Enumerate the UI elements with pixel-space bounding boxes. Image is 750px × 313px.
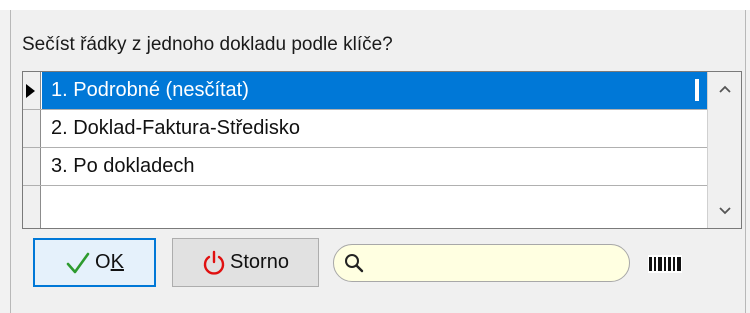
scroll-down-icon[interactable] xyxy=(708,196,742,226)
ok-button[interactable]: OK xyxy=(33,238,156,287)
option-label[interactable] xyxy=(42,186,707,224)
option-row-4[interactable] xyxy=(23,186,707,224)
search-icon xyxy=(345,254,364,273)
option-row-2[interactable]: 2. Doklad-Faktura-Středisko xyxy=(23,110,707,148)
ok-button-label: OK xyxy=(95,251,124,274)
search-field[interactable] xyxy=(333,244,630,282)
options-grid[interactable]: 1. Podrobné (nesčítat) 2. Doklad-Faktura… xyxy=(22,71,742,229)
row-indicator xyxy=(23,186,41,224)
text-caret xyxy=(695,79,699,101)
window-top-band xyxy=(0,0,750,10)
ok-label-mnemonic: K xyxy=(110,251,124,273)
vertical-scrollbar[interactable] xyxy=(707,72,741,228)
check-icon xyxy=(66,252,90,273)
row-indicator xyxy=(23,110,41,147)
row-indicator xyxy=(23,148,41,185)
barcode-icon[interactable] xyxy=(648,255,682,273)
power-icon xyxy=(203,250,225,275)
row-pointer-icon xyxy=(26,84,35,98)
option-row-3[interactable]: 3. Po dokladech xyxy=(23,148,707,186)
scroll-up-icon[interactable] xyxy=(708,74,742,104)
dialog-prompt: Sečíst řádky z jednoho dokladu podle klí… xyxy=(22,34,393,55)
storno-button[interactable]: Storno xyxy=(172,238,319,287)
option-label[interactable]: 1. Podrobné (nesčítat) xyxy=(42,72,707,109)
storno-button-label: Storno xyxy=(230,251,289,273)
row-indicator xyxy=(23,72,41,109)
option-row-1[interactable]: 1. Podrobné (nesčítat) xyxy=(23,72,707,110)
option-label[interactable]: 2. Doklad-Faktura-Středisko xyxy=(42,110,707,147)
ok-label-o: O xyxy=(95,251,111,273)
option-label[interactable]: 3. Po dokladech xyxy=(42,148,707,185)
